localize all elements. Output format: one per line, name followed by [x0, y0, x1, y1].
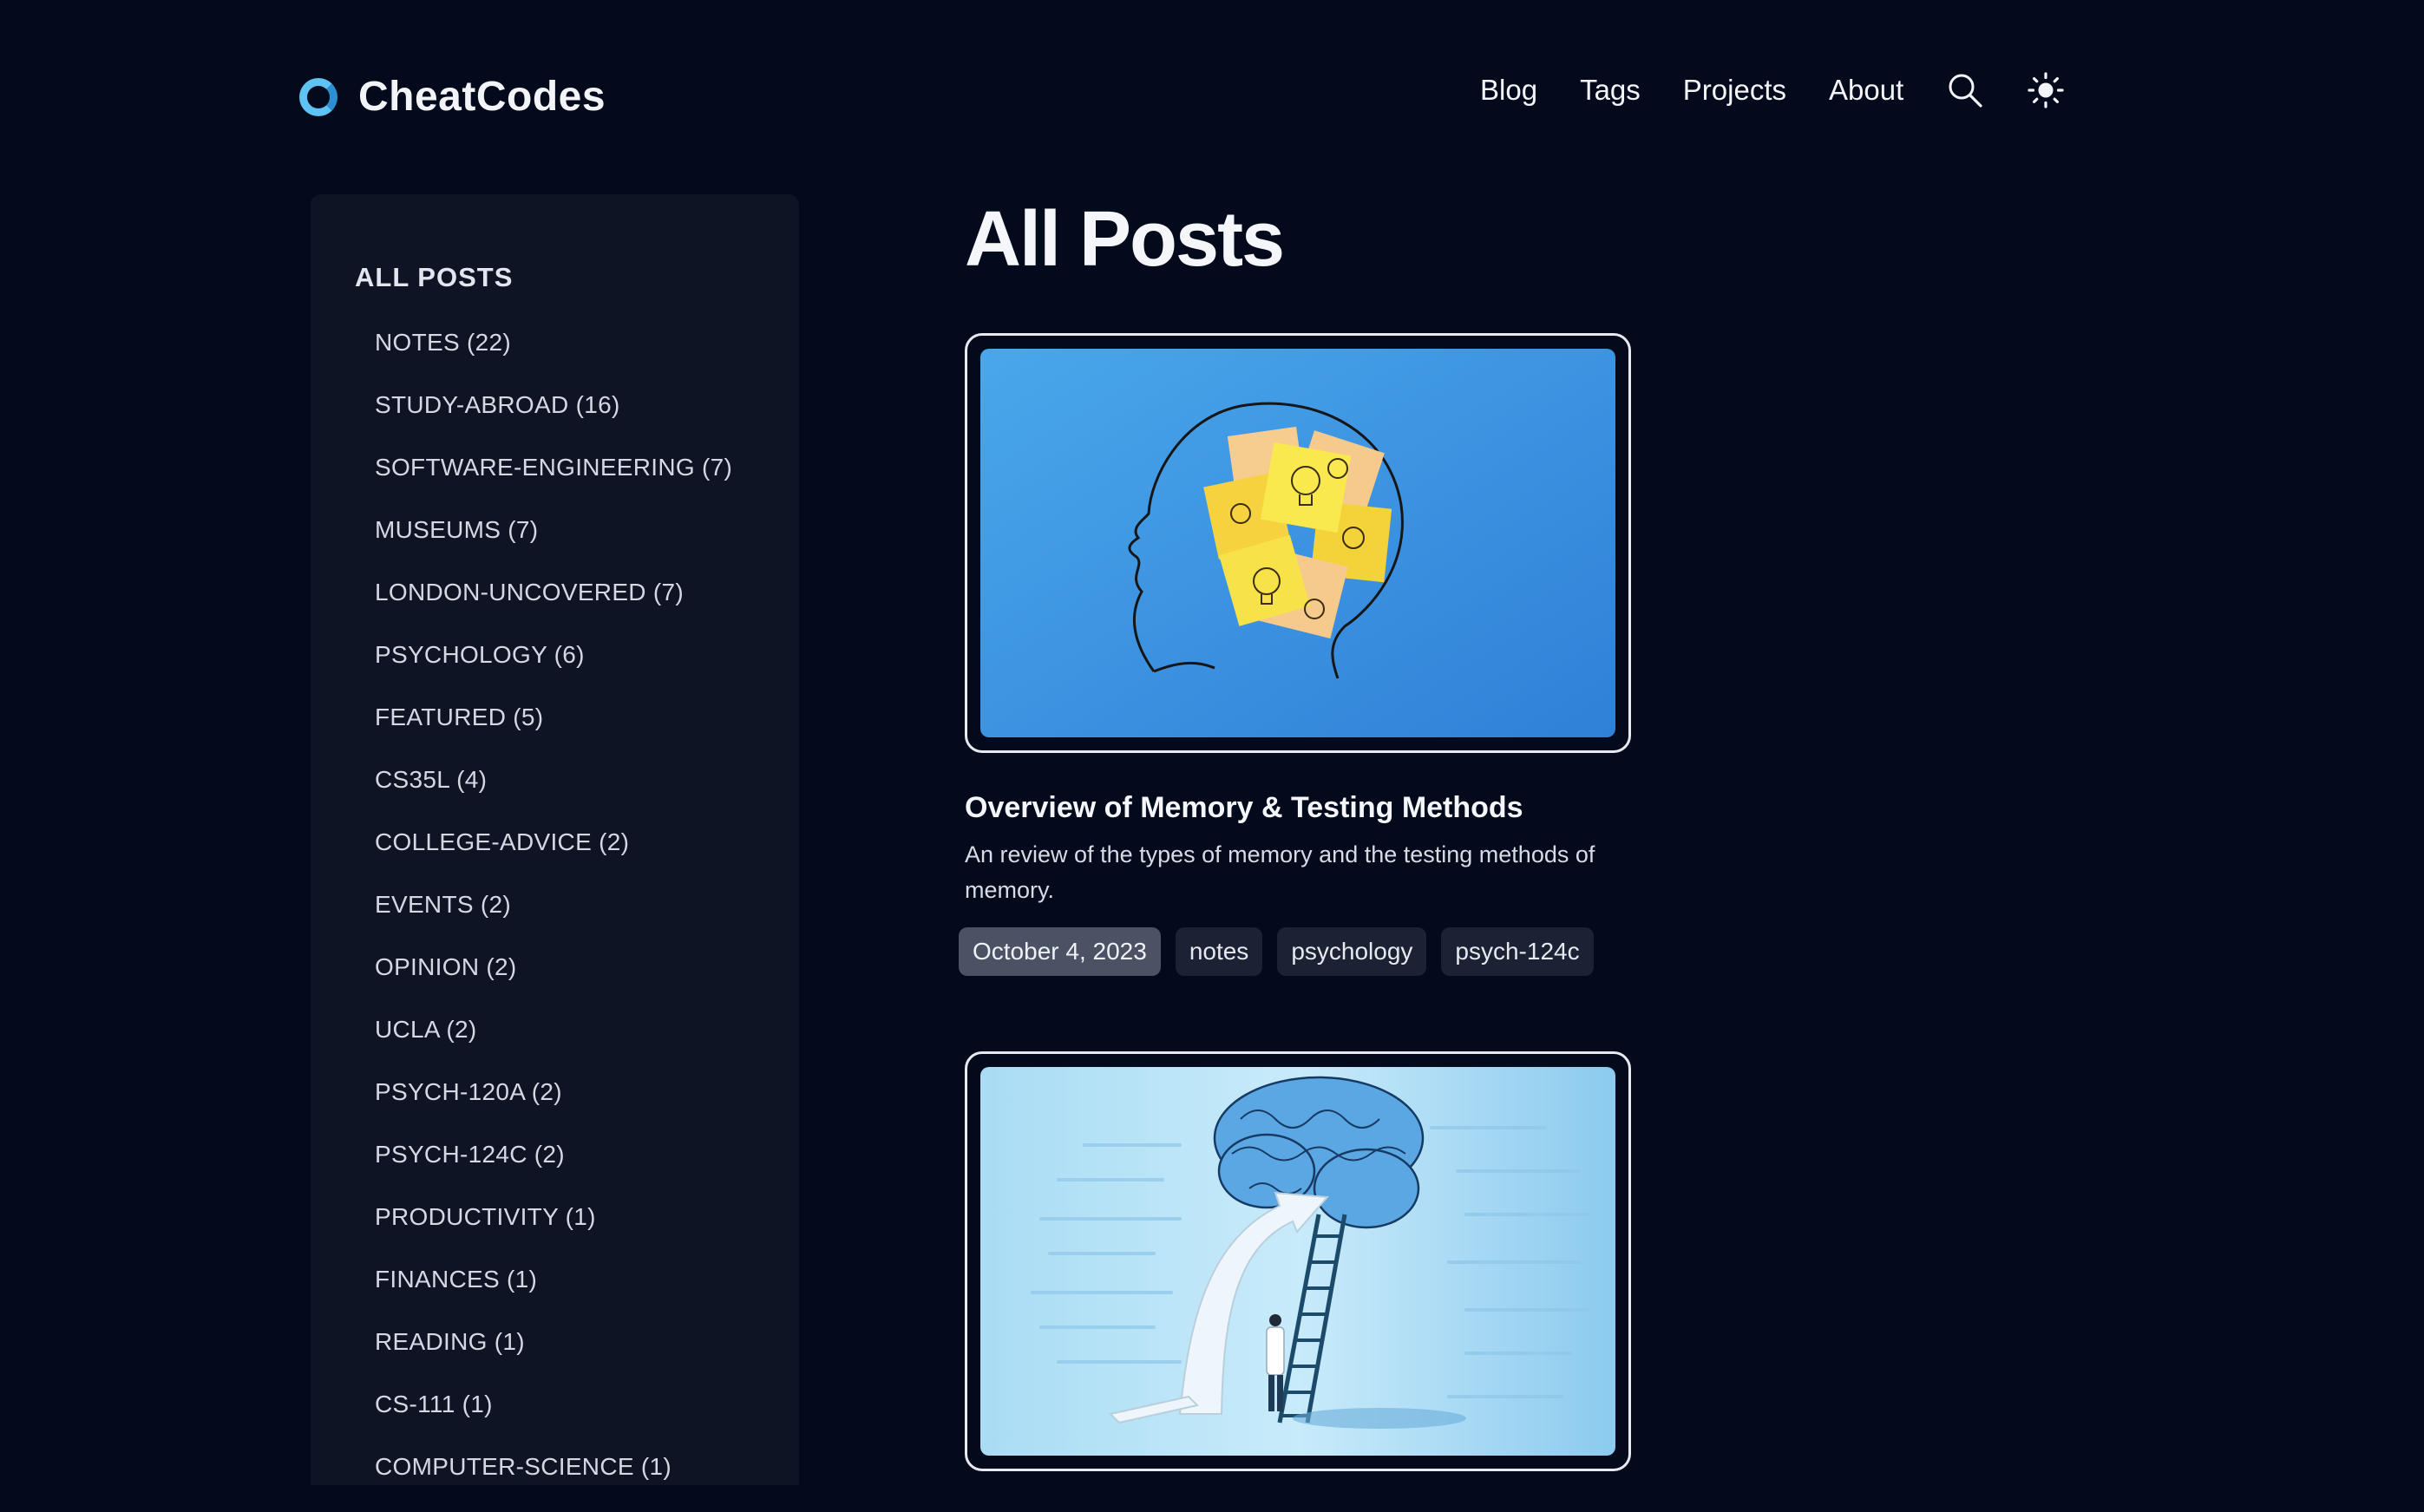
logo-ring-icon — [299, 77, 337, 116]
sidebar-item-finances[interactable]: FINANCES (1) — [375, 1262, 732, 1325]
site-name: CheatCodes — [358, 74, 606, 120]
nav-link-projects[interactable]: Projects — [1683, 74, 1786, 107]
post-thumbnail-brain-ladder — [980, 1067, 1615, 1456]
page-title: All Posts — [965, 196, 1285, 283]
tag-sidebar: ALL POSTS NOTES (22) STUDY-ABROAD (16) S… — [311, 194, 799, 1485]
sidebar-item-cs-111[interactable]: CS-111 (1) — [375, 1387, 732, 1450]
sidebar-heading-all-posts[interactable]: ALL POSTS — [355, 262, 513, 293]
site-header: CheatCodes Blog Tags Projects About — [0, 0, 2424, 191]
sidebar-item-college-advice[interactable]: COLLEGE-ADVICE (2) — [375, 825, 732, 887]
sidebar-item-psychology[interactable]: PSYCHOLOGY (6) — [375, 638, 732, 700]
post-date: October 4, 2023 — [959, 927, 1161, 976]
nav-link-tags[interactable]: Tags — [1580, 74, 1641, 107]
sidebar-item-cs35l[interactable]: CS35L (4) — [375, 763, 732, 825]
sidebar-item-psych-124c[interactable]: PSYCH-124C (2) — [375, 1137, 732, 1200]
post-description: An review of the types of memory and the… — [965, 841, 1595, 903]
sidebar-item-study-abroad[interactable]: STUDY-ABROAD (16) — [375, 388, 732, 450]
sidebar-item-events[interactable]: EVENTS (2) — [375, 887, 732, 950]
sidebar-item-computer-science[interactable]: COMPUTER-SCIENCE (1) — [375, 1450, 732, 1512]
post-meta-chips: October 4, 2023 notes psychology psych-1… — [959, 927, 1608, 976]
sidebar-item-notes[interactable]: NOTES (22) — [375, 325, 732, 388]
sun-icon[interactable] — [2027, 71, 2065, 109]
nav-link-about[interactable]: About — [1829, 74, 1903, 107]
sidebar-item-museums[interactable]: MUSEUMS (7) — [375, 513, 732, 575]
sidebar-item-opinion[interactable]: OPINION (2) — [375, 950, 732, 1012]
tag-chip-notes[interactable]: notes — [1175, 927, 1263, 976]
post-image-link[interactable] — [965, 333, 1631, 753]
tag-chip-psych-124c[interactable]: psych-124c — [1441, 927, 1594, 976]
tag-list: NOTES (22) STUDY-ABROAD (16) SOFTWARE-EN… — [375, 325, 732, 1512]
sidebar-item-london-uncovered[interactable]: LONDON-UNCOVERED (7) — [375, 575, 732, 638]
post-thumbnail-memory — [980, 349, 1615, 737]
sidebar-item-featured[interactable]: FEATURED (5) — [375, 700, 732, 763]
sidebar-item-psych-120a[interactable]: PSYCH-120A (2) — [375, 1075, 732, 1137]
tag-chip-psychology[interactable]: psychology — [1277, 927, 1427, 976]
search-icon[interactable] — [1946, 71, 1984, 109]
post-title[interactable]: Overview of Memory & Testing Methods — [965, 791, 1523, 825]
site-logo[interactable]: CheatCodes — [299, 73, 606, 121]
sidebar-item-reading[interactable]: READING (1) — [375, 1325, 732, 1387]
sidebar-item-software-engineering[interactable]: SOFTWARE-ENGINEERING (7) — [375, 450, 732, 513]
post-image-link-2[interactable] — [965, 1051, 1631, 1471]
sidebar-item-productivity[interactable]: PRODUCTIVITY (1) — [375, 1200, 732, 1262]
nav-link-blog[interactable]: Blog — [1480, 74, 1537, 107]
sidebar-item-ucla[interactable]: UCLA (2) — [375, 1012, 732, 1075]
main-nav: Blog Tags Projects About — [1480, 71, 2065, 109]
